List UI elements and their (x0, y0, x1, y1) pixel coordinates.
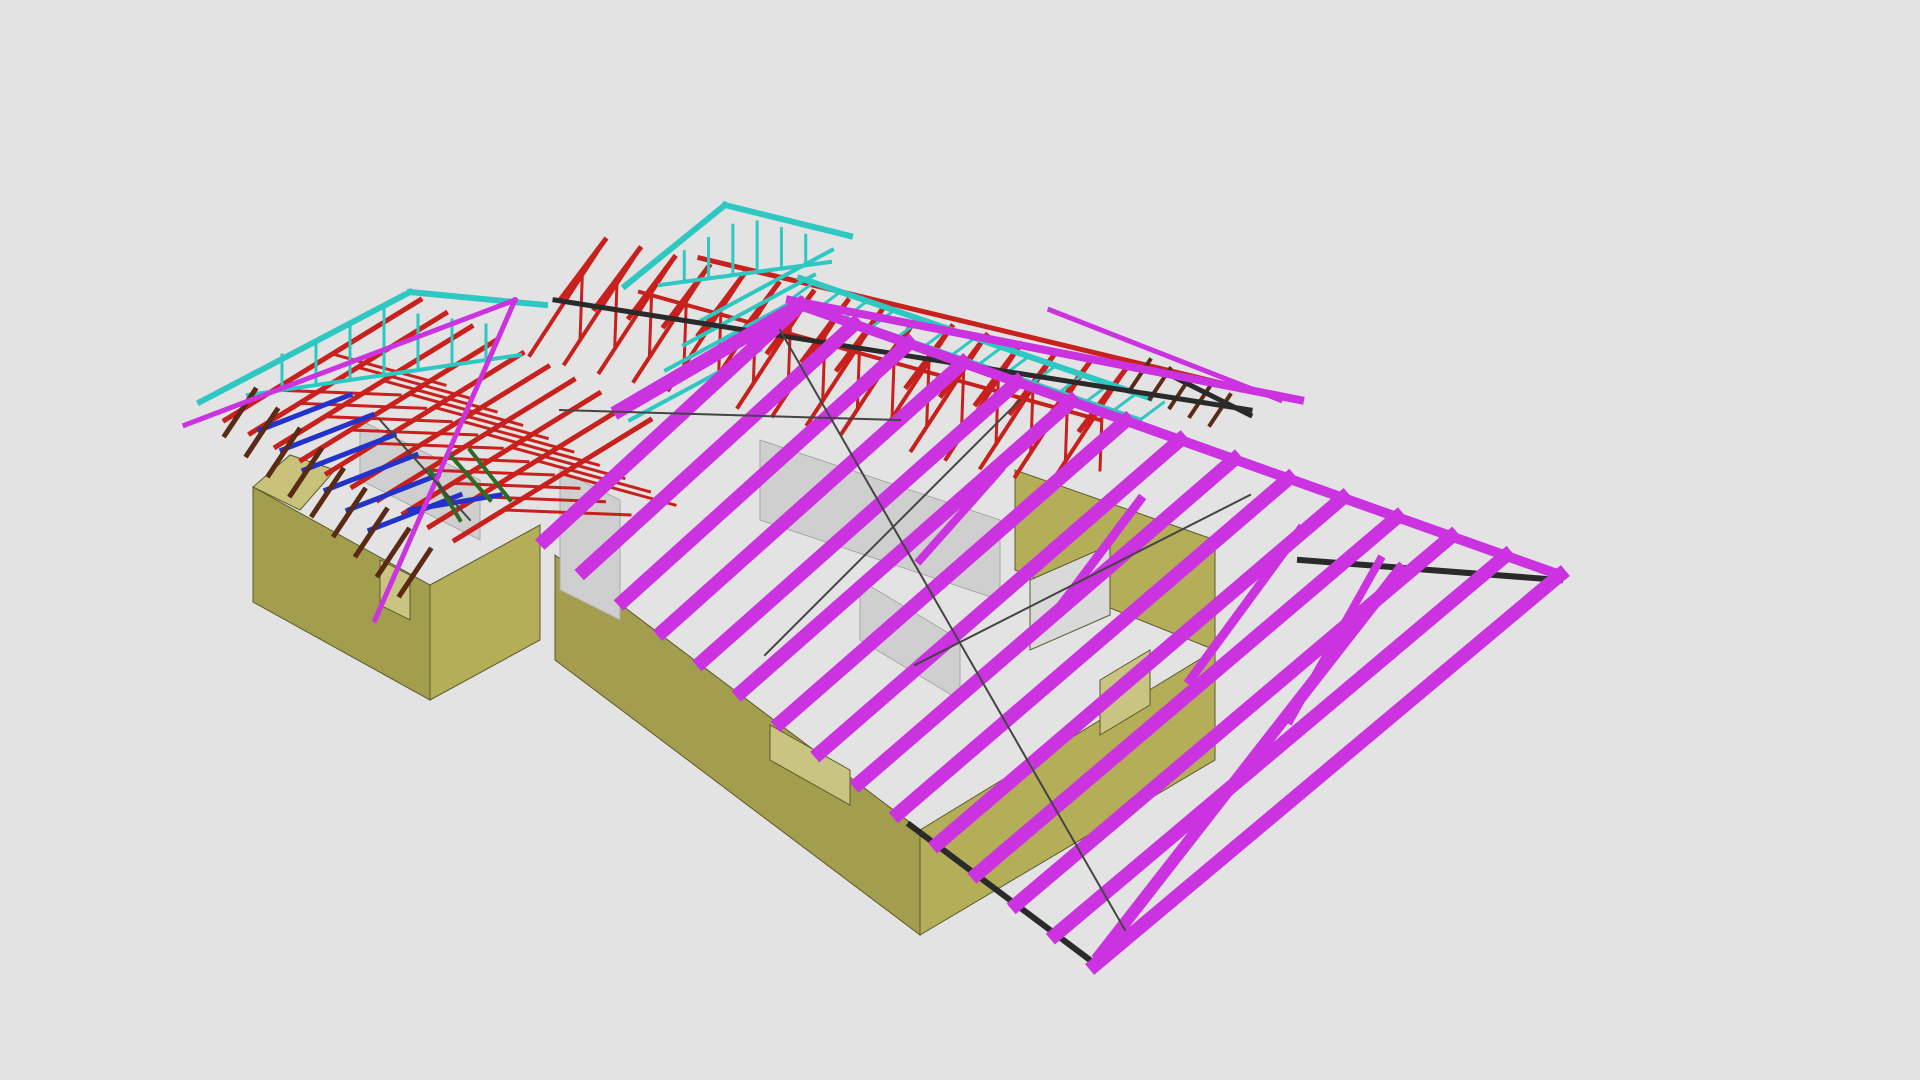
brown-rafter-tail (221, 386, 259, 439)
truss-web (272, 388, 402, 397)
girder-web (976, 345, 1005, 367)
gable-rafter-right (406, 288, 549, 309)
gable-rafter-right (721, 201, 854, 240)
truss-chord (247, 309, 449, 437)
girder-web (1110, 391, 1139, 413)
brown-rafter-tail (352, 506, 390, 559)
roof-framing-model[interactable] (0, 0, 1920, 1080)
truss-chord (221, 296, 424, 424)
girder-web (1137, 400, 1166, 423)
truss-web (323, 415, 453, 424)
wall-left-end (429, 524, 541, 701)
brown-rafter-tail (330, 486, 368, 539)
truss-web (527, 237, 608, 358)
3d-viewport[interactable] (0, 0, 1920, 1080)
truss-chord (451, 416, 654, 544)
